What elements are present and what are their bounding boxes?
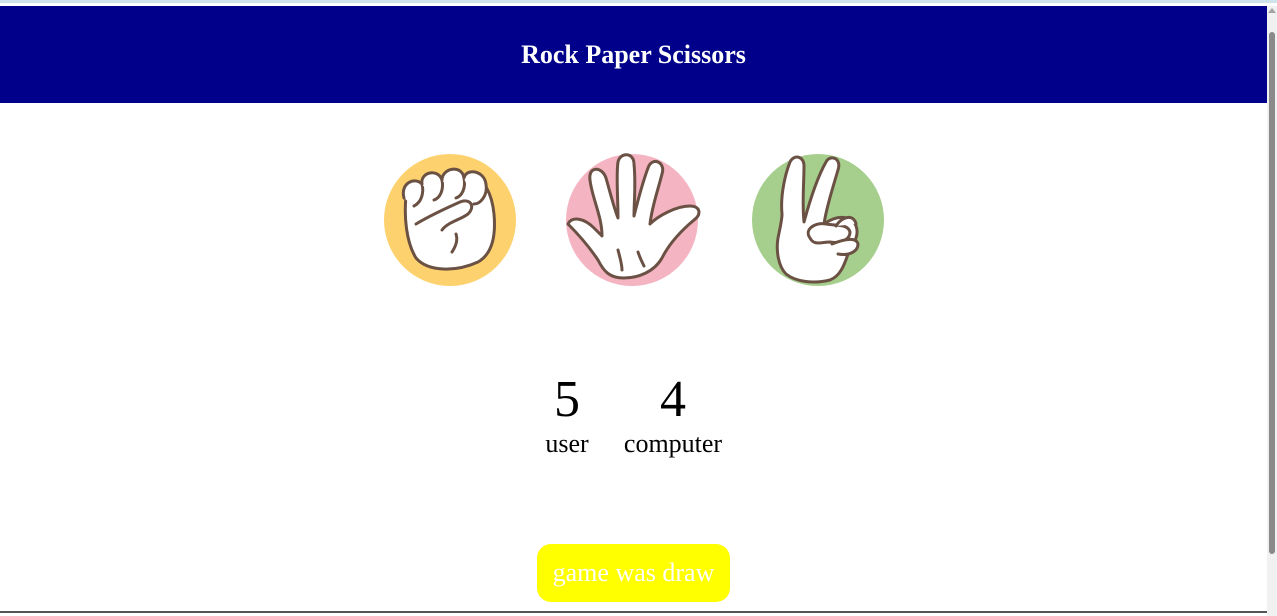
result-text: game was draw <box>552 558 715 587</box>
vertical-scrollbar[interactable] <box>1267 6 1277 616</box>
computer-score-label: computer <box>623 429 723 458</box>
scroll-up-arrow-icon[interactable] <box>1268 8 1276 13</box>
user-score-value: 5 <box>554 371 580 428</box>
scissors-choice-button[interactable] <box>752 154 884 286</box>
rock-choice-button[interactable] <box>384 154 516 286</box>
result-message: game was draw <box>537 544 730 602</box>
page-title: Rock Paper Scissors <box>521 39 746 69</box>
user-score: 5 user <box>537 371 597 459</box>
app-header: Rock Paper Scissors <box>0 6 1267 103</box>
open-hand-icon <box>566 153 701 286</box>
computer-score: 4 computer <box>618 371 728 459</box>
peace-sign-icon <box>752 154 884 286</box>
paper-choice-button[interactable] <box>566 153 701 286</box>
computer-score-value: 4 <box>660 371 686 428</box>
user-score-label: user <box>545 429 589 458</box>
scrollbar-thumb[interactable] <box>1269 32 1275 554</box>
fist-icon <box>384 154 516 286</box>
